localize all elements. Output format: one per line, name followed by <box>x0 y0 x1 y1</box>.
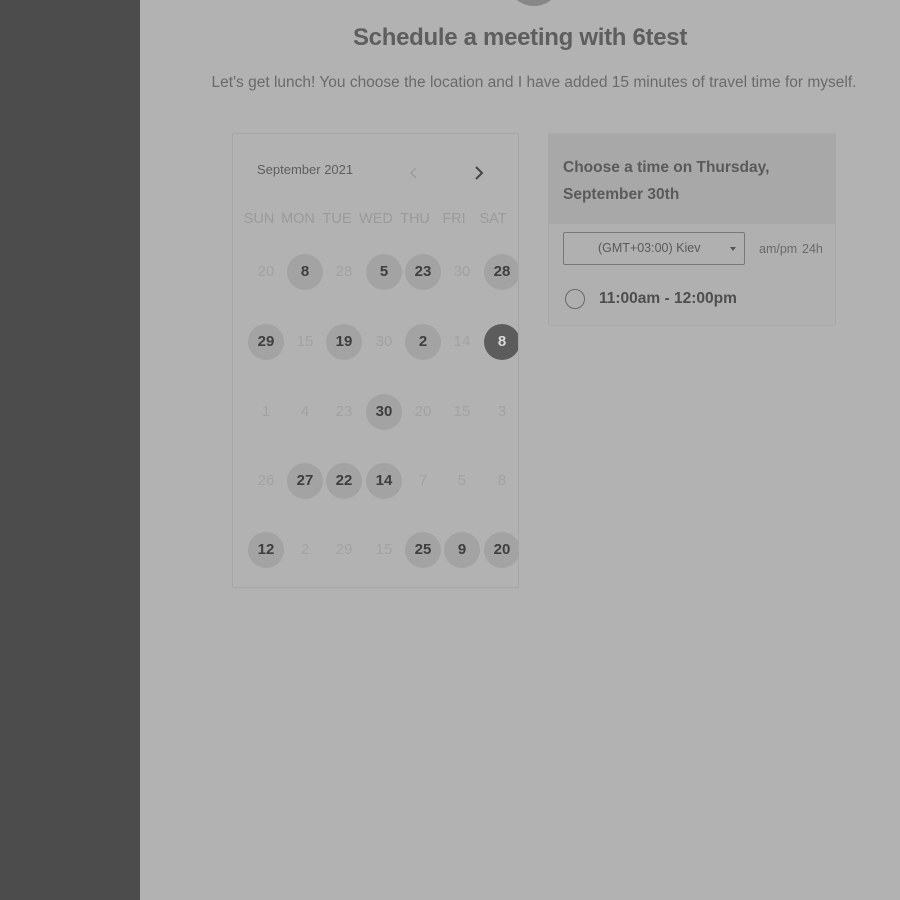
calendar-day[interactable]: 22 <box>326 463 362 499</box>
time-selection-panel: Choose a time on Thursday, September 30t… <box>548 133 836 326</box>
calendar-day: 2 <box>300 541 310 558</box>
calendar-day: 7 <box>418 472 428 489</box>
time-panel-header: Choose a time on Thursday, September 30t… <box>549 134 835 224</box>
selected-date-heading: Choose a time on Thursday, September 30t… <box>563 159 770 203</box>
weekday-header: WED <box>359 211 393 227</box>
calendar-day: 26 <box>257 472 275 489</box>
format-24h-toggle[interactable]: 24h <box>802 242 823 256</box>
weekday-header: TUE <box>322 211 352 227</box>
page-title: Schedule a meeting with 6test <box>352 24 688 51</box>
chevron-left-icon[interactable] <box>408 161 420 185</box>
calendar-day: 29 <box>335 541 353 558</box>
calendar-day[interactable]: 27 <box>287 463 323 499</box>
weekday-header: SUN <box>243 211 275 227</box>
calendar-day: 20 <box>414 403 432 420</box>
weekday-header: MON <box>281 211 315 227</box>
calendar-day[interactable]: 19 <box>326 324 362 360</box>
calendar-day[interactable]: 29 <box>248 324 284 360</box>
calendar-day: 5 <box>457 472 467 489</box>
calendar-day-selected[interactable]: 8 <box>484 324 518 360</box>
scheduling-page: Schedule a meeting with 6test Let's get … <box>140 0 900 900</box>
time-slot-label: 11:00am - 12:00pm <box>599 290 737 307</box>
calendar-day[interactable]: 12 <box>248 532 284 568</box>
calendar-day: 4 <box>300 403 310 420</box>
calendar-day: 1 <box>261 403 271 420</box>
format-12h-toggle[interactable]: am/pm <box>759 242 797 256</box>
calendar-day: 14 <box>453 333 471 350</box>
calendar-day: 28 <box>335 263 353 280</box>
calendar-month-label: September 2021 <box>257 162 354 177</box>
calendar-day: 15 <box>375 541 393 558</box>
weekday-header: SAT <box>479 211 507 227</box>
calendar-day[interactable]: 14 <box>366 463 402 499</box>
weekday-header: FRI <box>442 211 466 227</box>
calendar-day[interactable]: 8 <box>287 254 323 290</box>
calendar-day[interactable]: 28 <box>484 254 518 290</box>
radio-button[interactable] <box>565 289 585 309</box>
calendar-day[interactable]: 23 <box>405 254 441 290</box>
timezone-select[interactable]: (GMT+03:00) Kiev <box>563 232 745 265</box>
calendar-day: 23 <box>335 403 353 420</box>
calendar-day[interactable]: 25 <box>405 532 441 568</box>
timezone-value: (GMT+03:00) Kiev <box>598 241 701 255</box>
meeting-description: Let's get lunch! You choose the location… <box>211 74 857 91</box>
calendar-day: 30 <box>453 263 471 280</box>
calendar-day[interactable]: 5 <box>366 254 402 290</box>
calendar-day[interactable]: 9 <box>444 532 480 568</box>
chevron-right-icon[interactable] <box>473 161 485 185</box>
weekday-header: THU <box>400 211 430 227</box>
calendar: September 2021 SUN MON TUE WED THU FRI S… <box>232 133 519 588</box>
calendar-day[interactable]: 2 <box>405 324 441 360</box>
calendar-day: 30 <box>375 333 393 350</box>
caret-down-icon <box>730 247 736 251</box>
calendar-day: 3 <box>497 403 507 420</box>
calendar-day: 20 <box>257 263 275 280</box>
calendar-day: 15 <box>296 333 314 350</box>
avatar <box>506 0 562 6</box>
sidebar-panel <box>0 0 140 900</box>
calendar-day: 8 <box>497 472 507 489</box>
calendar-day[interactable]: 20 <box>484 532 518 568</box>
calendar-day[interactable]: 30 <box>366 394 402 430</box>
calendar-day: 15 <box>453 403 471 420</box>
